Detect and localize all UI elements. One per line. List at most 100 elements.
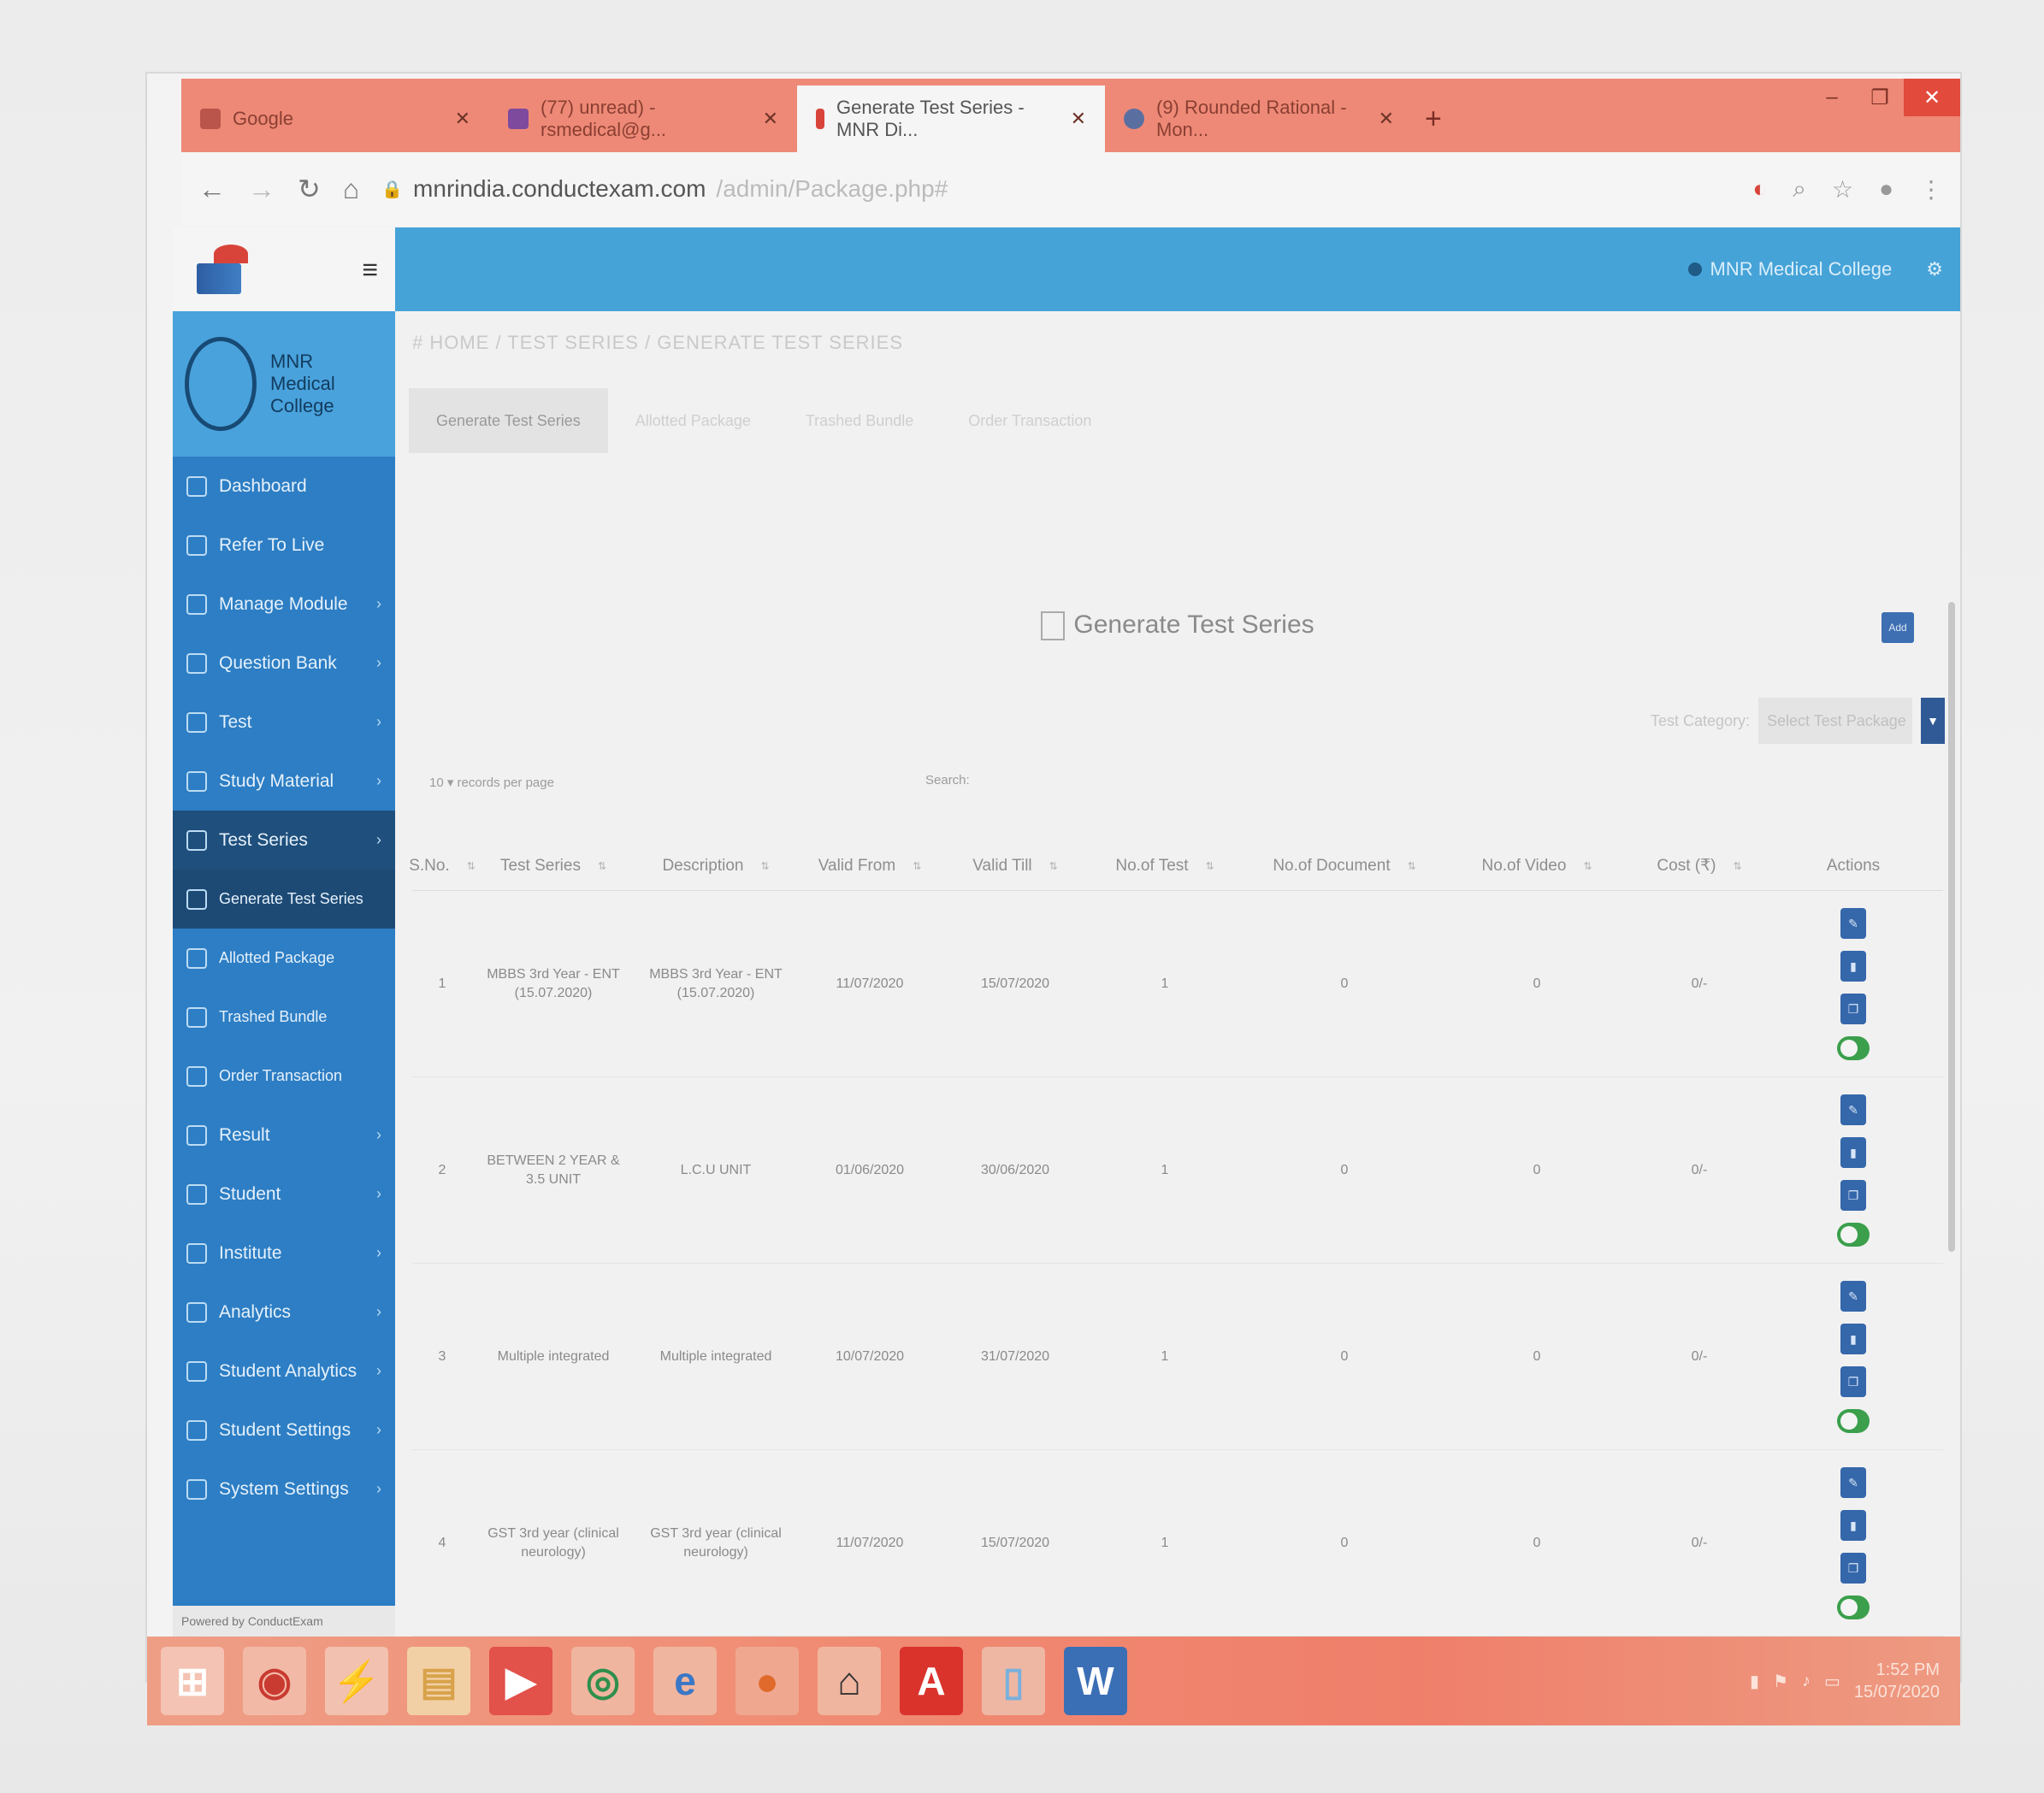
tab-generate-test-series[interactable]: Generate Test Series [409,388,608,453]
folder-icon[interactable]: ▤ [407,1647,470,1715]
tray-battery-icon[interactable]: ▭ [1824,1671,1840,1692]
column-header[interactable]: Valid Till ⇅ [942,857,1088,876]
sidebar-item[interactable]: Order Transaction [173,1047,395,1106]
sidebar-item[interactable]: Institute › [173,1224,395,1283]
reload-icon[interactable]: ↻ [298,173,321,205]
sidebar-item[interactable]: System Settings › [173,1460,395,1519]
profile-icon[interactable]: ● [1879,175,1893,203]
sidebar-item[interactable]: Result › [173,1106,395,1165]
column-header[interactable]: No.of Test ⇅ [1088,857,1242,876]
column-header[interactable]: Description ⇅ [635,857,797,876]
tab-order-transaction[interactable]: Order Transaction [941,388,1119,453]
browser-tab-generate-test-series[interactable]: Generate Test Series - MNR Di... ✕ [797,86,1105,152]
column-header[interactable]: S.No. ⇅ [409,857,476,876]
sidebar-item[interactable]: Student Settings › [173,1401,395,1460]
status-toggle[interactable] [1837,1408,1870,1433]
sidebar-item[interactable]: Analytics › [173,1283,395,1342]
settings-gear-icon[interactable]: ⚙ [1926,258,1943,280]
menu-kebab-icon[interactable]: ⋮ [1919,175,1943,203]
close-tab-icon[interactable]: ✕ [1071,108,1086,130]
chrome-icon[interactable]: ◎ [571,1647,635,1715]
sidebar-item[interactable]: Generate Test Series [173,870,395,929]
tray-volume-icon[interactable]: ♪ [1802,1672,1811,1691]
extension-icon[interactable]: ◐ [1752,175,1767,203]
edit-icon[interactable]: ✎ [1840,1466,1866,1498]
add-button[interactable]: Add [1882,612,1914,643]
sidebar-item[interactable]: Question Bank › [173,634,395,693]
status-toggle[interactable] [1837,1222,1870,1247]
sidebar-item[interactable]: Test › [173,693,395,752]
column-header[interactable]: No.of Document ⇅ [1242,857,1447,876]
sidebar-item[interactable]: Student › [173,1165,395,1224]
address-bar[interactable]: 🔒 mnrindia.conductexam.com/admin/Package… [381,175,948,203]
delete-icon[interactable]: ▮ [1840,1323,1866,1354]
notepad-icon[interactable]: ▯ [982,1647,1045,1715]
browser-tab-gmail[interactable]: (77) unread) - rsmedical@g... ✕ [489,86,797,152]
copy-icon[interactable]: ❐ [1840,993,1866,1024]
minimize-icon[interactable]: – [1808,79,1856,116]
new-tab-button[interactable]: + [1425,86,1442,152]
sidebar-item[interactable]: Trashed Bundle [173,988,395,1047]
delete-icon[interactable]: ▮ [1840,1136,1866,1168]
user-menu[interactable]: MNR Medical College [1687,258,1892,280]
runner-app-icon[interactable]: ⚡ [325,1647,388,1715]
sort-icon[interactable]: ⇅ [1408,860,1416,872]
browser-tab-rounded-rational[interactable]: (9) Rounded Rational - Mon... ✕ [1105,86,1413,152]
zoom-icon[interactable]: ⌕ [1793,175,1806,203]
close-window-icon[interactable]: ✕ [1904,79,1960,116]
acrobat-icon[interactable]: A [900,1647,963,1715]
firefox-icon[interactable]: ● [735,1647,799,1715]
scanner-icon[interactable]: ⌂ [818,1647,881,1715]
tab-allotted-package[interactable]: Allotted Package [608,388,778,453]
sidebar-item[interactable]: Study Material › [173,752,395,811]
sort-icon[interactable]: ⇅ [598,860,606,872]
sidebar-item[interactable]: Test Series › [173,811,395,870]
sidebar-item[interactable]: Student Analytics › [173,1342,395,1401]
browser-tab-google[interactable]: Google ✕ [181,86,489,152]
copy-icon[interactable]: ❐ [1840,1365,1866,1397]
sidebar-item[interactable]: Manage Module › [173,575,395,634]
sort-icon[interactable]: ⇅ [1583,860,1592,872]
edit-icon[interactable]: ✎ [1840,1280,1866,1312]
edit-icon[interactable]: ✎ [1840,907,1866,939]
column-header[interactable]: No.of Video ⇅ [1447,857,1627,876]
app-badge-icon[interactable]: ◉ [243,1647,306,1715]
records-per-page[interactable]: 10 ▾ records per page [429,775,554,790]
media-player-icon[interactable]: ▶ [489,1647,552,1715]
close-tab-icon[interactable]: ✕ [1379,108,1394,130]
sort-icon[interactable]: ⇅ [913,860,921,872]
tab-trashed-bundle[interactable]: Trashed Bundle [778,388,941,453]
bookmark-star-icon[interactable]: ☆ [1832,175,1853,203]
column-header[interactable]: Test Series ⇅ [472,857,635,876]
sidebar-item[interactable]: Dashboard [173,457,395,516]
status-toggle[interactable] [1837,1595,1870,1619]
sort-icon[interactable]: ⇅ [1206,860,1214,872]
sort-icon[interactable]: ⇅ [1734,860,1742,872]
sort-icon[interactable]: ⇅ [1049,860,1058,872]
windows-start-icon[interactable]: ⊞ [161,1647,224,1715]
edit-icon[interactable]: ✎ [1840,1094,1866,1125]
close-tab-icon[interactable]: ✕ [763,108,778,130]
maximize-icon[interactable]: ❐ [1856,79,1904,116]
forward-icon[interactable]: → [248,174,275,205]
status-toggle[interactable] [1837,1035,1870,1060]
sort-icon[interactable]: ⇅ [760,860,769,872]
delete-icon[interactable]: ▮ [1840,1509,1866,1541]
ie-icon[interactable]: e [653,1647,717,1715]
tray-flag-icon[interactable]: ⚑ [1773,1671,1788,1692]
chevron-down-icon[interactable]: ▼ [1921,698,1945,744]
system-clock[interactable]: 1:52 PM 15/07/2020 [1854,1659,1940,1703]
column-header[interactable]: Cost (₹) ⇅ [1627,856,1772,876]
tray-network-icon[interactable]: ▮ [1750,1671,1759,1692]
close-tab-icon[interactable]: ✕ [455,108,470,130]
test-category-select[interactable]: Select Test Package [1758,698,1912,744]
copy-icon[interactable]: ❐ [1840,1552,1866,1584]
sidebar-item[interactable]: Refer To Live [173,516,395,575]
hamburger-menu-icon[interactable]: ≡ [362,254,378,286]
home-icon[interactable]: ⌂ [343,174,359,205]
back-icon[interactable]: ← [198,174,226,205]
sidebar-item[interactable]: Allotted Package [173,929,395,988]
delete-icon[interactable]: ▮ [1840,950,1866,982]
word-icon[interactable]: W [1064,1647,1127,1715]
vertical-scrollbar[interactable] [1948,602,1955,1252]
